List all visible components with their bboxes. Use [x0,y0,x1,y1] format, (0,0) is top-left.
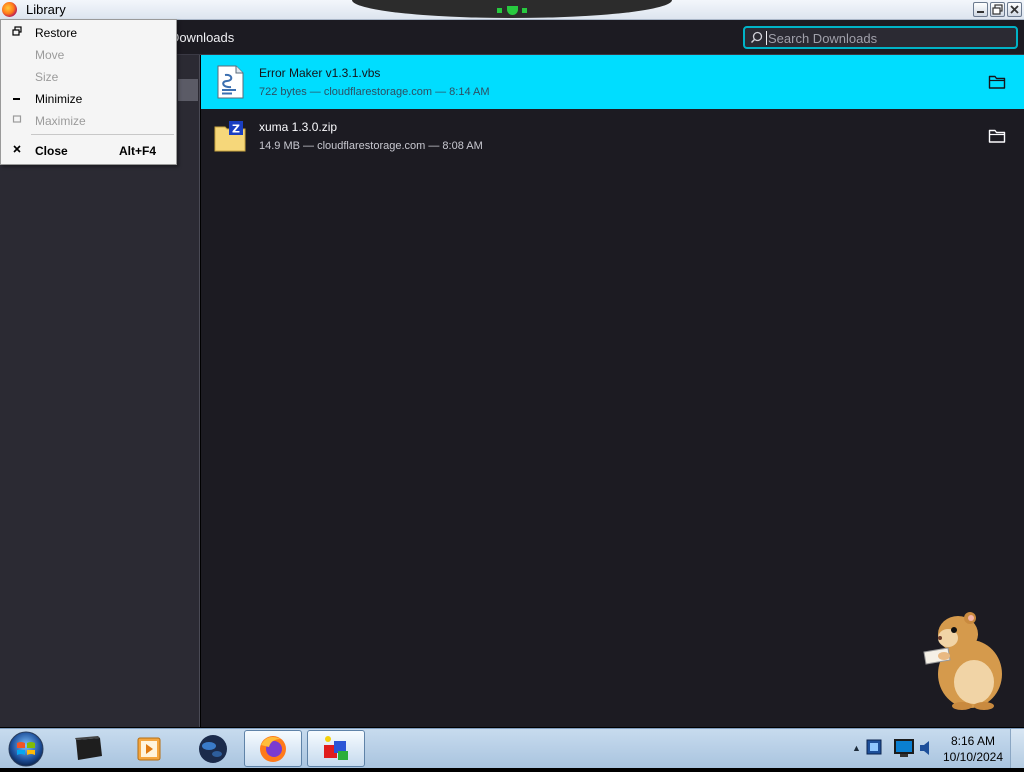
restore-button[interactable] [990,2,1005,17]
media-player-icon [137,737,161,761]
show-hidden-icons-icon[interactable]: ▲ [852,743,861,753]
system-tray: ▲ [852,729,938,768]
menu-item-minimize[interactable]: Minimize [1,88,176,110]
menu-item-size: Size [35,70,59,84]
speaker-icon[interactable] [918,739,934,757]
minimize-icon [11,92,23,105]
open-folder-icon[interactable] [988,74,1006,90]
globe-icon [199,735,227,763]
download-details: 14.9 MB — cloudflarestorage.com — 8:08 A… [259,140,483,152]
menu-item-maximize: Maximize [1,110,176,132]
restore-icon [992,4,1003,15]
menu-item-restore[interactable]: Restore [1,22,176,44]
downloads-list: Error Maker v1.3.1.vbs 722 bytes — cloud… [201,55,1024,727]
search-input[interactable] [766,29,1011,47]
window-title: Library [26,2,66,17]
clock-time: 8:16 AM [950,734,996,748]
menu-separator [31,134,174,135]
hamster-mascot-icon[interactable] [918,604,1008,712]
download-filename: Error Maker v1.3.1.vbs [259,66,381,80]
taskbar: ▲ 8:16 AM 10/10/2024 [0,728,1024,768]
start-button-icon[interactable] [6,731,46,767]
monitor-icon[interactable] [892,735,918,761]
close-icon [11,144,23,157]
camera-indicator [497,5,527,15]
script-file-icon [217,65,244,99]
system-menu: Restore Move Size Minimize Maximize Clos… [0,19,177,165]
sidebar-selection-highlight [178,79,198,101]
menu-item-move: Move [35,48,65,62]
open-folder-icon[interactable] [988,128,1006,144]
search-box[interactable] [743,26,1018,49]
show-desktop-button[interactable] [1010,729,1024,768]
download-item[interactable]: Z xuma 1.3.0.zip 14.9 MB — cloudflaresto… [201,109,1024,163]
zip-archive-icon: Z [214,121,246,152]
firefox-icon [260,736,286,762]
minimize-icon [977,11,984,13]
title-bar: Library [0,0,1024,20]
taskbar-app-3d-blocks[interactable] [307,730,365,767]
taskbar-app-terminal[interactable] [60,730,118,767]
close-shortcut: Alt+F4 [119,144,157,158]
svg-text:Z: Z [232,123,240,136]
taskbar-app-globe[interactable] [184,730,242,767]
clock-date: 10/10/2024 [942,750,1004,764]
3d-blocks-icon [324,736,348,760]
taskbar-app-firefox[interactable] [244,730,302,767]
text-caret [766,31,767,45]
terminal-icon [75,736,102,760]
window-controls [973,2,1022,17]
close-button[interactable] [1007,2,1022,17]
network-icon[interactable] [864,737,890,759]
search-icon [750,31,763,44]
maximize-icon [11,114,23,127]
close-icon [1010,5,1019,14]
taskbar-app-media-player[interactable] [120,730,178,767]
minimize-button[interactable] [973,2,988,17]
restore-icon [11,26,23,39]
firefox-icon[interactable] [2,2,17,17]
download-details: 722 bytes — cloudflarestorage.com — 8:14… [259,86,490,98]
menu-item-close[interactable]: Close Alt+F4 [1,140,176,162]
download-item[interactable]: Error Maker v1.3.1.vbs 722 bytes — cloud… [201,55,1024,109]
system-clock[interactable]: 8:16 AM 10/10/2024 [940,733,1006,765]
download-filename: xuma 1.3.0.zip [259,120,338,134]
